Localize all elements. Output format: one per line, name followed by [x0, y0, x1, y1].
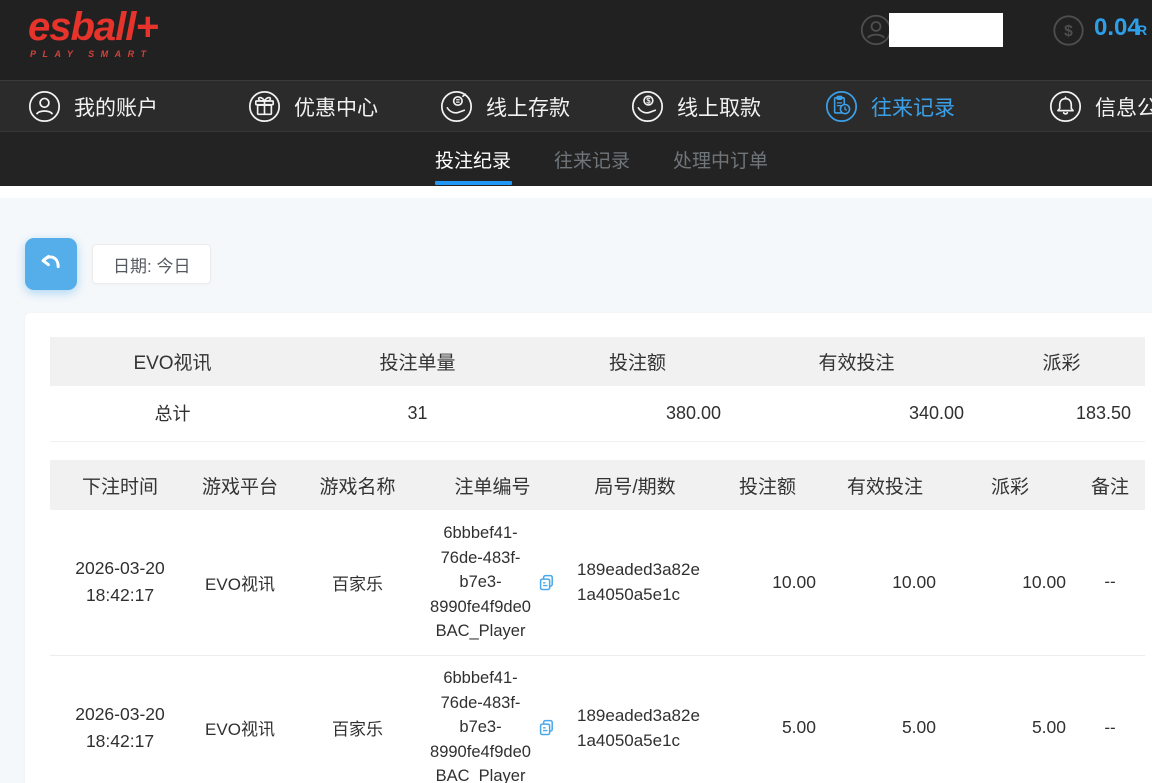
tab-bet-records[interactable]: 投注纪录	[435, 132, 511, 187]
copy-icon	[537, 573, 556, 592]
nav-label: 我的账户	[74, 92, 158, 122]
date-filter-label: 日期: 今日	[113, 252, 190, 277]
bet-order-id: 6bbbef41-76de-483f-b7e3-8990fe4f9de0BAC_…	[430, 521, 532, 644]
top-header: esball+ PLAY SMART $ 0.04 R	[0, 0, 1152, 80]
bets-header-order-id: 注单编号	[425, 460, 560, 510]
back-button[interactable]	[25, 238, 77, 290]
gift-icon	[248, 90, 281, 123]
copy-icon	[537, 718, 556, 737]
brand-logo[interactable]: esball+ PLAY SMART	[28, 6, 158, 59]
nav-label: 信息公告	[1095, 92, 1152, 122]
dollar-circle-icon: $	[1052, 14, 1085, 47]
summary-header-platform: EVO视讯	[50, 337, 295, 386]
divider	[0, 186, 1152, 198]
copy-button[interactable]	[537, 573, 556, 592]
bet-platform: EVO视讯	[190, 510, 290, 655]
svg-text:$: $	[646, 96, 651, 105]
bet-time: 2026-03-2018:42:17	[50, 655, 190, 783]
summary-bet-amount: 380.00	[540, 386, 735, 441]
bets-header-bet-amount: 投注额	[710, 460, 825, 510]
content-area: 日期: 今日 EVO视讯 投注单量 投注额 有效投注 派彩 总计 31 380.…	[0, 198, 1152, 783]
nav-item-promotions[interactable]: 优惠中心	[248, 81, 378, 132]
bet-payout: 5.00	[945, 655, 1075, 783]
active-tab-underline	[435, 181, 512, 185]
bets-header-platform: 游戏平台	[190, 460, 290, 510]
summary-total-label: 总计	[50, 386, 295, 441]
bet-order-id: 6bbbef41-76de-483f-b7e3-8990fe4f9de0BAC_…	[430, 666, 532, 783]
bets-header-round-id: 局号/期数	[560, 460, 710, 510]
bet-payout: 10.00	[945, 510, 1075, 655]
nav-item-announcements[interactable]: 信息公告	[1049, 81, 1152, 132]
bets-header-row: 下注时间 游戏平台 游戏名称 注单编号 局号/期数 投注额 有效投注 派彩 备注	[50, 460, 1145, 510]
bet-remark: --	[1075, 510, 1145, 655]
username-redacted[interactable]	[889, 13, 1003, 47]
summary-payout: 183.50	[978, 386, 1145, 441]
bets-header-payout: 派彩	[945, 460, 1075, 510]
table-row: 2026-03-2018:42:17 EVO视讯 百家乐 6bbbef41-76…	[50, 510, 1145, 655]
summary-header-bet-count: 投注单量	[295, 337, 540, 386]
summary-header-bet-amount: 投注额	[540, 337, 735, 386]
tab-processing-orders[interactable]: 处理中订单	[673, 132, 768, 187]
balance-amount[interactable]: 0.04	[1094, 14, 1141, 42]
bell-icon	[1049, 90, 1082, 123]
nav-item-my-account[interactable]: 我的账户	[28, 81, 158, 132]
summary-bet-count: 31	[295, 386, 540, 441]
back-arrow-icon	[34, 247, 68, 281]
tab-transaction-records[interactable]: 往来记录	[554, 132, 630, 187]
nav-label: 线上取款	[677, 92, 761, 122]
bet-round-id-cell: 189eaded3a82e1a4050a5e1c	[560, 655, 710, 783]
summary-header-payout: 派彩	[978, 337, 1145, 386]
bet-valid: 10.00	[825, 510, 945, 655]
summary-header-valid-bet: 有效投注	[735, 337, 978, 386]
bet-game: 百家乐	[290, 655, 425, 783]
summary-valid-bet: 340.00	[735, 386, 978, 441]
bets-header-remark: 备注	[1075, 460, 1145, 510]
bet-date: 2026-03-20	[50, 555, 190, 582]
records-tab-bar: 投注纪录 往来记录 处理中订单	[0, 131, 1152, 186]
bet-order-id-cell: 6bbbef41-76de-483f-b7e3-8990fe4f9de0BAC_…	[425, 510, 560, 655]
nav-label: 优惠中心	[294, 92, 378, 122]
user-icon[interactable]	[860, 14, 892, 46]
bets-header-game: 游戏名称	[290, 460, 425, 510]
bet-round-id: 189eaded3a82e1a4050a5e1c	[577, 703, 705, 753]
nav-item-records[interactable]: 往来记录	[825, 81, 955, 132]
summary-header-row: EVO视讯 投注单量 投注额 有效投注 派彩	[50, 337, 1145, 386]
date-filter[interactable]: 日期: 今日	[92, 244, 211, 284]
bet-clock: 18:42:17	[50, 728, 190, 755]
bets-header-valid-bet: 有效投注	[825, 460, 945, 510]
copy-button[interactable]	[537, 718, 556, 737]
bet-clock: 18:42:17	[50, 582, 190, 609]
summary-table: EVO视讯 投注单量 投注额 有效投注 派彩 总计 31 380.00 340.…	[50, 337, 1145, 442]
records-clipboard-clock-icon	[825, 90, 858, 123]
bet-order-id-cell: 6bbbef41-76de-483f-b7e3-8990fe4f9de0BAC_…	[425, 655, 560, 783]
brand-tagline: PLAY SMART	[30, 49, 158, 59]
bet-date: 2026-03-20	[50, 701, 190, 728]
bet-amount: 10.00	[710, 510, 825, 655]
nav-item-deposit[interactable]: 线上存款	[440, 81, 570, 132]
nav-label: 线上存款	[486, 92, 570, 122]
bet-game: 百家乐	[290, 510, 425, 655]
bet-valid: 5.00	[825, 655, 945, 783]
bet-remark: --	[1075, 655, 1145, 783]
summary-total-row: 总计 31 380.00 340.00 183.50	[50, 386, 1145, 441]
withdraw-hand-dollar-icon: $	[631, 90, 664, 123]
page: esball+ PLAY SMART $ 0.04 R 我的账户	[0, 0, 1152, 783]
bet-round-id: 189eaded3a82e1a4050a5e1c	[577, 557, 705, 607]
balance-currency: R	[1137, 22, 1147, 38]
bet-platform: EVO视讯	[190, 655, 290, 783]
brand-name: esball+	[28, 6, 158, 48]
nav-item-withdraw[interactable]: $ 线上取款	[631, 81, 761, 132]
deposit-hand-coin-icon	[440, 90, 473, 123]
nav-label: 往来记录	[871, 92, 955, 122]
main-nav: 我的账户 优惠中心	[0, 80, 1152, 131]
bet-amount: 5.00	[710, 655, 825, 783]
svg-text:$: $	[1064, 23, 1073, 40]
bet-round-id-cell: 189eaded3a82e1a4050a5e1c	[560, 510, 710, 655]
bet-time: 2026-03-2018:42:17	[50, 510, 190, 655]
bets-table: 下注时间 游戏平台 游戏名称 注单编号 局号/期数 投注额 有效投注 派彩 备注…	[50, 460, 1145, 783]
bets-header-time: 下注时间	[50, 460, 190, 510]
user-icon	[28, 90, 61, 123]
records-card: EVO视讯 投注单量 投注额 有效投注 派彩 总计 31 380.00 340.…	[25, 313, 1152, 783]
table-row: 2026-03-2018:42:17 EVO视讯 百家乐 6bbbef41-76…	[50, 655, 1145, 783]
